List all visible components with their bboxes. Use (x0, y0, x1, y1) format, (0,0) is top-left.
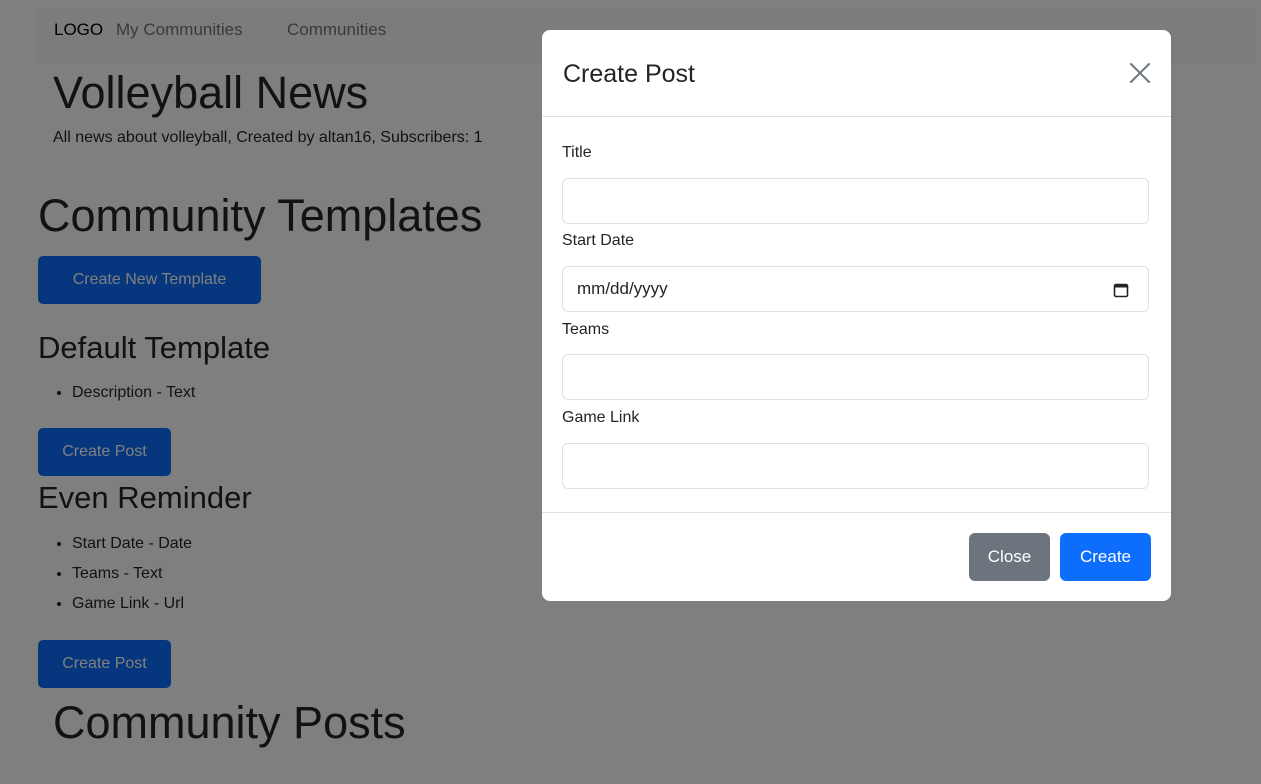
title-label: Title (562, 144, 592, 161)
modal-title: Create Post (563, 60, 696, 88)
modal-footer (542, 512, 1171, 513)
game-link-label: Game Link (562, 409, 640, 426)
calendar-icon[interactable] (1113, 282, 1129, 298)
title-input[interactable] (562, 178, 1149, 224)
close-button[interactable]: Close (969, 533, 1050, 581)
create-button[interactable]: Create (1060, 533, 1151, 581)
teams-label: Teams (562, 321, 610, 338)
create-post-modal: Create Post Title Start Date Teams Game … (542, 30, 1171, 601)
modal-header: Create Post (542, 30, 1171, 117)
start-date-label: Start Date (562, 232, 635, 249)
teams-input[interactable] (562, 354, 1149, 400)
game-link-input[interactable] (562, 443, 1149, 489)
close-icon[interactable] (1129, 62, 1151, 84)
start-date-input[interactable] (562, 266, 1149, 312)
